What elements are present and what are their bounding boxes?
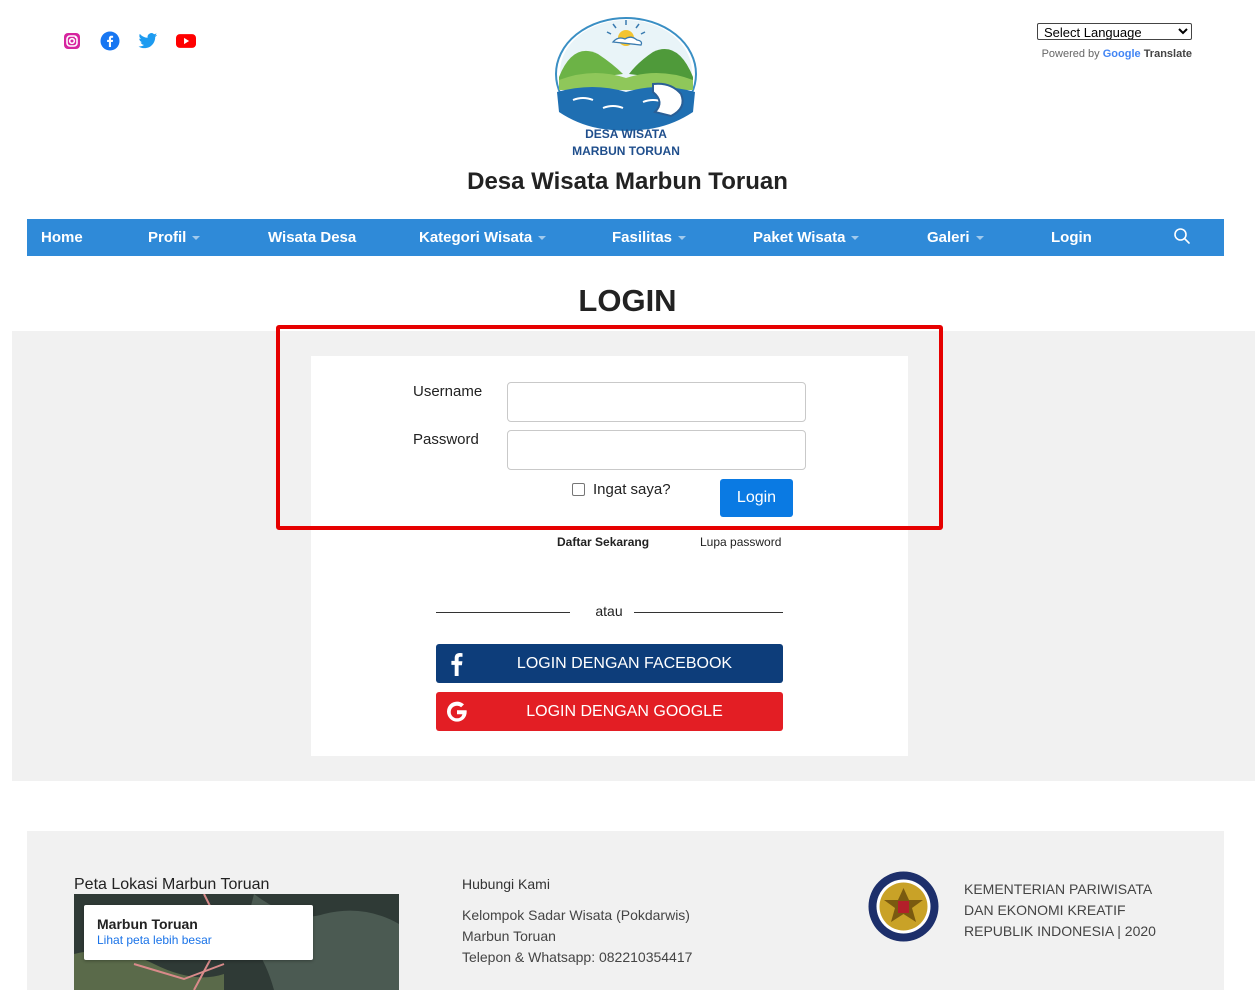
ministry-line: REPUBLIK INDONESIA | 2020	[964, 923, 1156, 939]
instagram-icon[interactable]	[62, 31, 82, 51]
facebook-login-label: LOGIN DENGAN FACEBOOK	[516, 655, 733, 672]
register-link[interactable]: Daftar Sekarang	[557, 535, 649, 549]
map-info-card: Marbun Toruan Lihat peta lebih besar	[84, 905, 313, 960]
nav-item-kategori-wisata-label: Kategori Wisata	[419, 229, 533, 246]
google-translate-widget: Select Language Powered by Google Transl…	[1034, 23, 1192, 60]
nav-item-profil-label: Profil	[148, 229, 187, 246]
translate-link[interactable]: Translate	[1144, 48, 1192, 60]
google-logo-text: Google	[1102, 48, 1141, 60]
nav-item-kategori-wisata[interactable]: Kategori Wisata	[419, 219, 547, 256]
facebook-login-button[interactable]: LOGIN DENGAN FACEBOOK	[436, 644, 783, 683]
language-select[interactable]: Select Language	[1037, 23, 1192, 40]
forgot-password-link[interactable]: Lupa password	[700, 535, 781, 549]
ministry-line: KEMENTERIAN PARIWISATA	[964, 881, 1153, 897]
nav-item-paket-wisata-label: Paket Wisata	[753, 229, 846, 246]
ministry-text: KEMENTERIAN PARIWISATA DAN EKONOMI KREAT…	[964, 879, 1156, 942]
ministry-line: DAN EKONOMI KREATIF	[964, 902, 1126, 918]
nav-item-paket-wisata[interactable]: Paket Wisata	[753, 219, 860, 256]
divider	[634, 612, 783, 613]
chevron-down-icon	[192, 236, 201, 241]
contact-line: Kelompok Sadar Wisata (Pokdarwis)	[462, 907, 690, 923]
google-login-label: LOGIN DENGAN GOOGLE	[526, 703, 723, 720]
nav-item-fasilitas[interactable]: Fasilitas	[612, 219, 687, 256]
divider	[436, 612, 570, 613]
chevron-down-icon	[851, 236, 860, 241]
nav-item-home-label: Home	[41, 229, 83, 246]
nav-item-galeri[interactable]: Galeri	[927, 219, 984, 256]
google-login-button[interactable]: LOGIN DENGAN GOOGLE	[436, 692, 783, 731]
chevron-down-icon	[975, 236, 984, 241]
larger-map-link[interactable]: Lihat peta lebih besar	[97, 933, 300, 947]
search-icon[interactable]	[1173, 227, 1191, 245]
highlight-box	[276, 325, 943, 530]
nav-item-wisata-desa[interactable]: Wisata Desa	[268, 219, 356, 256]
chevron-down-icon	[678, 236, 687, 241]
nav-item-galeri-label: Galeri	[927, 229, 970, 246]
nav-item-fasilitas-label: Fasilitas	[612, 229, 673, 246]
contact-phone: Telepon & Whatsapp: 082210354417	[462, 949, 693, 965]
map-place-name: Marbun Toruan	[97, 916, 198, 932]
site-title[interactable]: Desa Wisata Marbun Toruan	[0, 168, 1255, 196]
contact-heading: Hubungi Kami	[462, 876, 550, 892]
logo-text-line2: MARBUN TORUAN	[572, 144, 680, 158]
nav-item-login-label: Login	[1051, 229, 1092, 246]
main-nav: Home Profil Wisata Desa Kategori Wisata …	[27, 219, 1224, 256]
contact-info: Kelompok Sadar Wisata (Pokdarwis) Marbun…	[462, 905, 692, 968]
facebook-icon[interactable]	[100, 31, 120, 51]
nav-item-wisata-desa-label: Wisata Desa	[268, 229, 357, 246]
map-heading: Peta Lokasi Marbun Toruan	[74, 876, 270, 893]
contact-line: Marbun Toruan	[462, 928, 556, 944]
page-title: LOGIN	[578, 283, 677, 318]
youtube-icon[interactable]	[176, 31, 196, 51]
site-logo[interactable]: DESA WISATA MARBUN TORUAN	[553, 12, 699, 162]
nav-item-login[interactable]: Login	[1051, 219, 1092, 256]
powered-by-google: Powered by Google Translate	[1034, 48, 1192, 60]
twitter-icon[interactable]	[138, 31, 158, 51]
social-links	[62, 31, 196, 51]
nav-item-home[interactable]: Home	[41, 219, 83, 256]
ministry-emblem	[867, 870, 940, 943]
powered-by-label: Powered by	[1041, 48, 1100, 60]
logo-text-line1: DESA WISATA	[585, 127, 667, 141]
chevron-down-icon	[538, 236, 547, 241]
separator-text: atau	[595, 603, 623, 619]
nav-item-profil[interactable]: Profil	[148, 219, 201, 256]
location-map[interactable]: Marbun Toruan Lihat peta lebih besar	[74, 894, 399, 990]
